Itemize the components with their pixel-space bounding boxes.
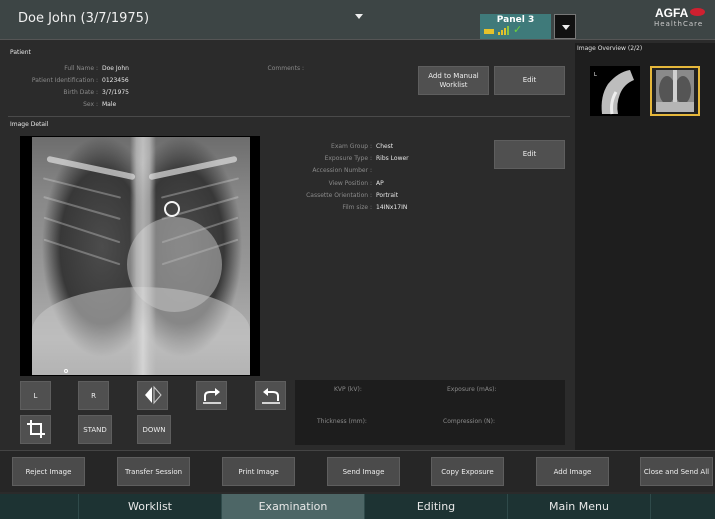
svg-text:L: L — [594, 72, 597, 78]
exam-group-value: Chest — [376, 143, 394, 150]
crop-icon — [26, 419, 46, 441]
agfa-logo-mark — [690, 8, 705, 16]
right-marker-button[interactable]: R — [78, 381, 109, 410]
film-size-label: Film size : — [342, 204, 372, 211]
exposure-panel: KVP (kV): Exposure (mAs): Thickness (mm)… — [295, 380, 565, 445]
main-nav-bar: Worklist Examination Editing Main Menu — [0, 494, 715, 519]
exposure-type-label: Exposure Type : — [324, 155, 372, 162]
full-name-label: Full Name : — [64, 65, 98, 72]
tab-worklist[interactable]: Worklist — [79, 494, 222, 519]
rotate-left-icon — [260, 385, 282, 407]
agfa-logo-subtitle: HealthCare — [654, 20, 704, 28]
signal-icon — [498, 26, 509, 35]
image-marker — [64, 369, 68, 373]
panel-status[interactable]: Panel 3 ✓ — [480, 14, 551, 39]
nav-spacer-left — [0, 494, 79, 519]
transfer-session-button[interactable]: Transfer Session — [117, 457, 190, 486]
rotate-right-icon — [201, 385, 223, 407]
tab-editing[interactable]: Editing — [365, 494, 508, 519]
battery-icon — [484, 29, 494, 34]
birth-date-value: 3/7/1975 — [102, 89, 129, 96]
thumbnail-1[interactable]: L — [590, 66, 640, 116]
film-size-value: 14INx17IN — [376, 204, 408, 211]
send-image-button[interactable]: Send Image — [327, 457, 400, 486]
close-and-send-all-button[interactable]: Close and Send All — [640, 457, 713, 486]
view-position-label: View Position : — [328, 180, 372, 187]
cassette-orientation-label: Cassette Orientation : — [306, 192, 372, 199]
full-name-value: Doe John — [102, 65, 129, 72]
image-detail-edit-button[interactable]: Edit — [494, 140, 565, 169]
image-detail-section-label: Image Detail — [10, 121, 49, 128]
add-image-button[interactable]: Add Image — [536, 457, 609, 486]
reject-image-button[interactable]: Reject Image — [12, 457, 85, 486]
agfa-logo: AGFA — [655, 6, 689, 20]
view-position-value: AP — [376, 180, 384, 187]
patient-id-value: 0123456 — [102, 77, 129, 84]
comments-label: Comments : — [267, 65, 304, 72]
exam-group-label: Exam Group : — [331, 143, 372, 150]
cassette-orientation-value: Portrait — [376, 192, 399, 199]
tab-examination[interactable]: Examination — [222, 494, 365, 519]
patient-name-title[interactable]: Doe John (3/7/1975) — [18, 11, 149, 26]
thumbnail-2-selected[interactable] — [650, 66, 700, 116]
image-overview-panel: Image Overview (2/2) L — [575, 43, 715, 450]
copy-exposure-button[interactable]: Copy Exposure — [431, 457, 504, 486]
image-overview-label: Image Overview (2/2) — [577, 45, 643, 52]
thickness-label: Thickness (mm): — [317, 418, 367, 425]
compression-label: Compression (N): — [443, 418, 496, 425]
section-divider — [8, 116, 570, 117]
patient-edit-button[interactable]: Edit — [494, 66, 565, 95]
check-icon: ✓ — [513, 23, 523, 36]
print-image-button[interactable]: Print Image — [222, 457, 295, 486]
action-bar: Reject Image Transfer Session Print Imag… — [0, 450, 715, 492]
panel-dropdown-button[interactable] — [554, 14, 576, 39]
sex-value: Male — [102, 101, 117, 108]
accession-number-label: Accession Number : — [312, 167, 372, 174]
crop-button[interactable] — [20, 415, 51, 444]
sex-label: Sex : — [83, 101, 98, 108]
patient-id-label: Patient Identification : — [31, 77, 98, 84]
down-button[interactable]: DOWN — [137, 415, 171, 444]
tab-main-menu[interactable]: Main Menu — [508, 494, 651, 519]
chevron-down-icon[interactable] — [355, 14, 363, 19]
rotate-right-button[interactable] — [196, 381, 227, 410]
exposure-mas-label: Exposure (mAs): — [447, 386, 497, 393]
patient-section-label: Patient — [10, 49, 31, 56]
title-bar: Doe John (3/7/1975) Panel 3 ✓ AGFA Healt… — [0, 0, 715, 40]
flip-horizontal-button[interactable] — [137, 381, 168, 410]
add-to-manual-worklist-button[interactable]: Add to Manual Worklist — [418, 66, 489, 95]
birth-date-label: Birth Date : — [63, 89, 98, 96]
chest-xray-image[interactable] — [32, 137, 250, 375]
pacemaker-marker — [164, 201, 180, 217]
left-marker-button[interactable]: L — [20, 381, 51, 410]
stand-button[interactable]: STAND — [78, 415, 112, 444]
kvp-label: KVP (kV): — [334, 386, 362, 393]
flip-horizontal-icon — [143, 385, 163, 407]
exposure-type-value: Ribs Lower — [376, 155, 409, 162]
rotate-left-button[interactable] — [255, 381, 286, 410]
